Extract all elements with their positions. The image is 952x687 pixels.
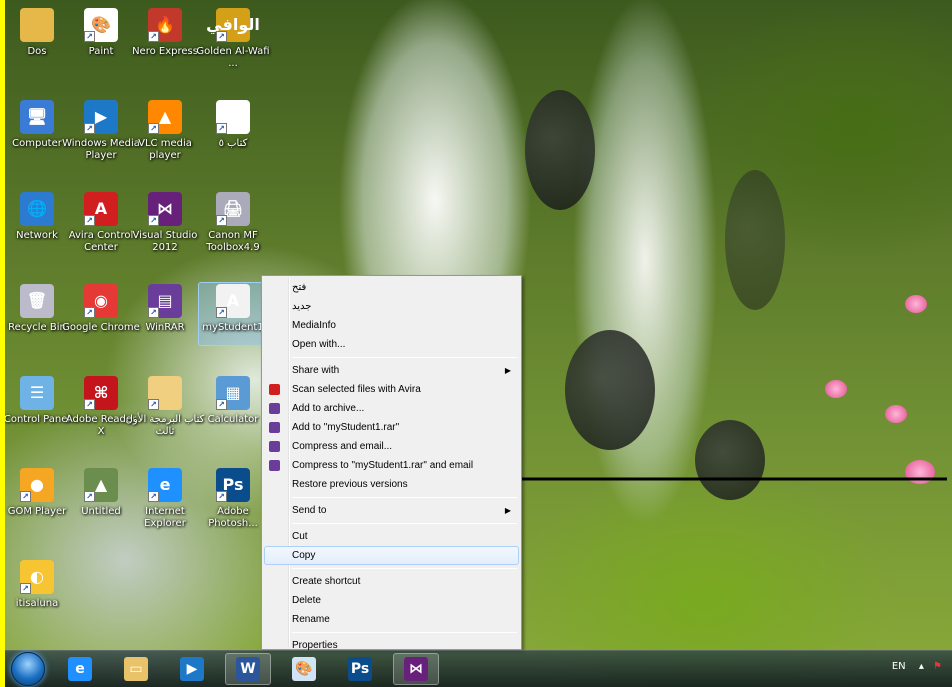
menu-item-label: MediaInfo — [292, 320, 336, 331]
menu-item-label: Compress to "myStudent1.rar" and email — [292, 460, 474, 471]
menu-item-label: Add to archive... — [292, 403, 365, 414]
menu-separator — [292, 523, 517, 524]
visual-studio-icon: ⋈ — [404, 657, 428, 681]
menu-item[interactable]: جديد — [264, 297, 519, 316]
action-center-flag-icon[interactable]: ⚑ — [933, 661, 942, 672]
winrar-icon — [269, 422, 280, 433]
system-tray: EN ▴ ⚑ — [892, 661, 942, 672]
menu-item-restore-previous-versions[interactable]: Restore previous versions — [264, 475, 519, 494]
taskbar-button[interactable]: ⋈ — [393, 653, 439, 685]
menu-item-label: Cut — [292, 531, 308, 542]
taskbar-button[interactable]: ▶ — [169, 653, 215, 685]
menu-item-label: جديد — [292, 301, 312, 312]
tray-expand-icon[interactable]: ▴ — [919, 661, 924, 672]
taskbar-button[interactable]: W — [225, 653, 271, 685]
submenu-arrow-icon: ▶ — [504, 366, 511, 375]
menu-item-compress-and-email[interactable]: Compress and email... — [264, 437, 519, 456]
menu-item-cut[interactable]: Cut — [264, 527, 519, 546]
menu-separator — [292, 497, 517, 498]
taskbar-button[interactable]: e — [57, 653, 103, 685]
menu-item-send-to[interactable]: Send to ▶ — [264, 501, 519, 520]
menu-item-label: Copy — [292, 550, 316, 561]
menu-item-label: Share with — [292, 365, 340, 376]
menu-item-copy[interactable]: Copy — [264, 546, 519, 565]
menu-item-rename[interactable]: Rename — [264, 610, 519, 629]
menu-item-delete[interactable]: Delete — [264, 591, 519, 610]
menu-item-label: Rename — [292, 614, 330, 625]
internet-explorer-icon: e — [68, 657, 92, 681]
taskbar-button[interactable]: ▭ — [113, 653, 159, 685]
taskbar-button[interactable]: 🎨 — [281, 653, 327, 685]
winrar-icon — [269, 460, 280, 471]
menu-separator — [292, 632, 517, 633]
language-indicator[interactable]: EN — [892, 661, 906, 672]
menu-item-label: Delete — [292, 595, 321, 606]
paint-icon: 🎨 — [292, 657, 316, 681]
menu-item-label: Restore previous versions — [292, 479, 408, 490]
menu-item-open-with[interactable]: Open with... — [264, 335, 519, 354]
menu-item-label: فتح — [292, 282, 307, 293]
menu-item-label: Send to — [292, 505, 327, 516]
menu-item[interactable]: فتح — [264, 278, 519, 297]
menu-separator — [292, 357, 517, 358]
start-button[interactable] — [11, 652, 45, 686]
menu-item-compress-to-mystudent1-rar-and-email[interactable]: Compress to "myStudent1.rar" and email — [264, 456, 519, 475]
winrar-icon — [269, 403, 280, 414]
menu-item-create-shortcut[interactable]: Create shortcut — [264, 572, 519, 591]
taskbar-button[interactable]: Ps — [337, 653, 383, 685]
photoshop-icon: Ps — [348, 657, 372, 681]
context-menu: فتح جديد MediaInfo Open with... Share with ▶ S… — [261, 275, 522, 651]
menu-item-add-to-archive[interactable]: Add to archive... — [264, 399, 519, 418]
file-explorer-icon: ▭ — [124, 657, 148, 681]
menu-separator — [292, 568, 517, 569]
winrar-icon — [269, 441, 280, 452]
menu-item-share-with[interactable]: Share with ▶ — [264, 361, 519, 380]
desktop[interactable]: Dos 🎨 ↗ Paint 🔥 ↗ Nero Express الوافي ↗ Golden Al… — [5, 0, 952, 687]
menu-item-label: Scan selected files with Avira — [292, 384, 421, 395]
menu-item-add-to-mystudent1-rar[interactable]: Add to "myStudent1.rar" — [264, 418, 519, 437]
avira-icon — [269, 384, 280, 395]
menu-item-label: Open with... — [292, 339, 346, 350]
menu-item-mediainfo[interactable]: MediaInfo — [264, 316, 519, 335]
media-player-icon: ▶ — [180, 657, 204, 681]
menu-item-label: Create shortcut — [292, 576, 361, 587]
submenu-arrow-icon: ▶ — [504, 506, 511, 515]
menu-item-label: Add to "myStudent1.rar" — [292, 422, 400, 433]
menu-item-label: Compress and email... — [292, 441, 393, 452]
menu-item-scan-selected-files-with-avira[interactable]: Scan selected files with Avira — [264, 380, 519, 399]
word-icon: W — [236, 657, 260, 681]
taskbar: e ▭ ▶ W 🎨 Ps ⋈ EN ▴ ⚑ — [5, 650, 952, 687]
